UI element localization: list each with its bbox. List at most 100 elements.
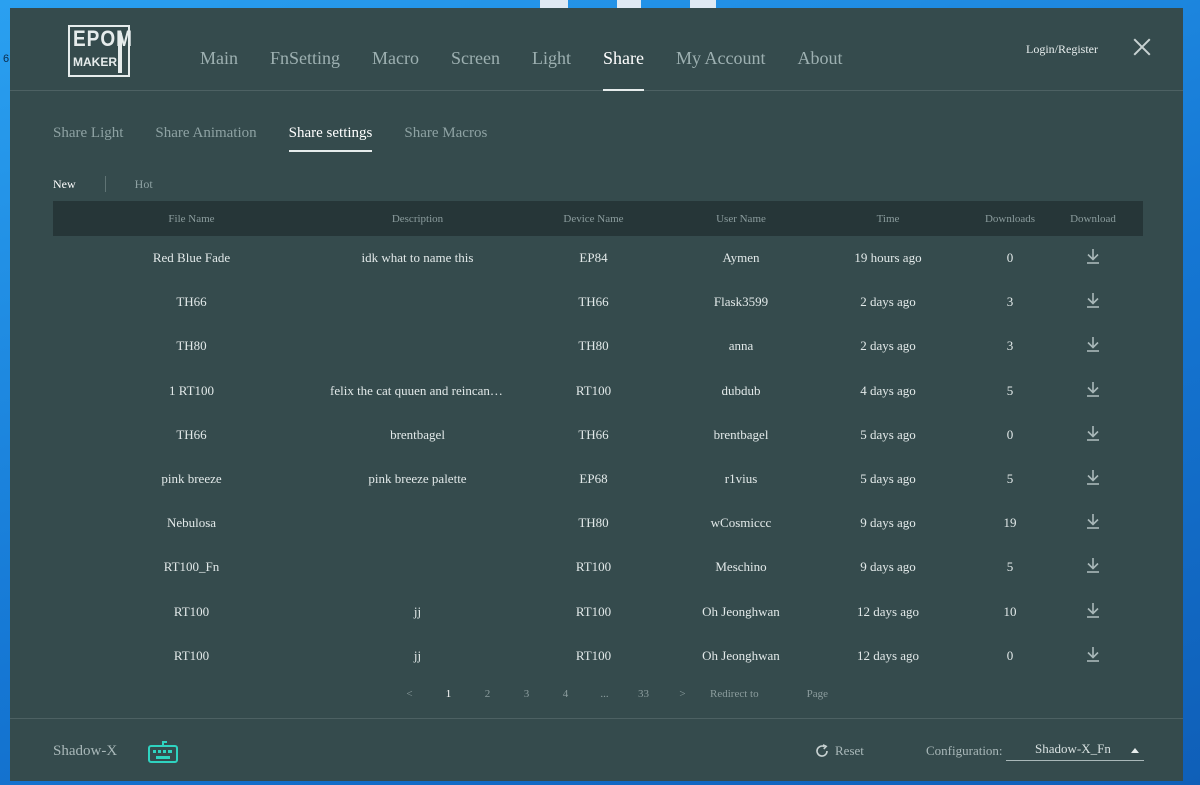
page-input[interactable]: Page	[807, 688, 828, 700]
cell-description: jj	[413, 603, 422, 619]
cell-description: felix the cat quuen and reincanated…	[330, 382, 505, 398]
cell-time: 2 days ago	[860, 294, 916, 310]
cell-user-name: r1vius	[724, 471, 758, 487]
download-icon[interactable]	[1085, 468, 1101, 486]
subtab-share-light[interactable]: Share Light	[53, 125, 123, 152]
download-icon[interactable]	[1085, 424, 1101, 442]
pager-page[interactable]: 1	[429, 688, 468, 700]
cell-download	[1044, 335, 1142, 357]
pager-page[interactable]: 33	[624, 688, 663, 700]
logo-mark	[118, 33, 122, 73]
download-icon[interactable]	[1085, 556, 1101, 574]
cell-time: 12 days ago	[856, 647, 920, 663]
cell-downloads: 3	[1006, 338, 1014, 354]
cell-download	[1044, 556, 1142, 578]
cell-file-name: TH66	[176, 294, 207, 310]
subtab-share-macros[interactable]: Share Macros	[404, 125, 487, 152]
nav-tab-macro[interactable]: Macro	[356, 48, 435, 90]
refresh-icon	[816, 744, 828, 757]
table-header: File Name Description Device Name User Name…	[53, 201, 1143, 236]
download-icon[interactable]	[1085, 291, 1101, 309]
reset-label: Reset	[835, 743, 864, 758]
redirect-label: Redirect to	[710, 688, 759, 700]
cell-downloads: 5	[1006, 471, 1014, 487]
download-icon[interactable]	[1085, 247, 1101, 265]
nav-tab-my-account[interactable]: My Account	[660, 48, 782, 90]
download-icon[interactable]	[1085, 335, 1101, 353]
cell-download	[1044, 645, 1142, 667]
table-row: Red Blue Fade idk what to name this EP84 Ay…	[53, 236, 1143, 280]
shared-settings-table: File Name Description Device Name User Name…	[53, 201, 1143, 678]
column-header-description: Description	[391, 212, 444, 225]
cell-device-name: RT100	[575, 647, 612, 663]
table-row: 1 RT100 felix the cat quuen and reincanat…	[53, 369, 1143, 413]
cell-user-name: Meschino	[715, 559, 767, 575]
download-icon[interactable]	[1085, 380, 1101, 398]
keyboard-icon[interactable]	[148, 740, 178, 764]
table-row: TH66 brentbagel TH66 brentbagel 5 days ago 0	[53, 413, 1143, 457]
pager-page[interactable]: 4	[546, 688, 585, 700]
pager-page[interactable]: 3	[507, 688, 546, 700]
cell-user-name: dubdub	[721, 382, 761, 398]
cell-time: 12 days ago	[856, 603, 920, 619]
cell-downloads: 3	[1006, 294, 1014, 310]
cell-user-name: brentbagel	[713, 426, 769, 442]
cell-file-name: Red Blue Fade	[152, 250, 231, 266]
download-icon[interactable]	[1085, 601, 1101, 619]
table-row: Nebulosa TH80 wCosmiccc 9 days ago 19	[53, 501, 1143, 545]
column-header-time: Time	[876, 212, 900, 225]
filter-new[interactable]: New	[53, 177, 76, 192]
table-row: TH80 TH80 anna 2 days ago 3	[53, 324, 1143, 368]
nav-tab-fnsetting[interactable]: FnSetting	[254, 48, 356, 90]
cell-download	[1044, 601, 1142, 623]
cell-description: jj	[413, 647, 422, 663]
cell-file-name: pink breeze	[161, 471, 222, 487]
subtab-share-settings[interactable]: Share settings	[288, 125, 372, 152]
filter-divider	[104, 176, 106, 192]
column-header-download: Download	[1070, 212, 1116, 225]
pager-ellipsis: ...	[600, 688, 609, 700]
subtab-share-animation[interactable]: Share Animation	[155, 125, 256, 152]
pager-page[interactable]: 2	[468, 688, 507, 700]
cell-downloads: 5	[1006, 559, 1014, 575]
nav-tab-main[interactable]: Main	[184, 48, 254, 90]
pager-prev[interactable]: <	[390, 688, 429, 700]
nav-tab-screen[interactable]: Screen	[435, 48, 516, 90]
configuration-label: Configuration:	[926, 743, 1003, 758]
column-header-file-name: File Name	[168, 212, 215, 225]
column-header-user-name: User Name	[716, 212, 766, 225]
download-icon[interactable]	[1085, 645, 1101, 663]
cell-time: 9 days ago	[860, 559, 916, 575]
logo-text: EPOM	[73, 27, 133, 52]
cell-user-name: Flask3599	[713, 294, 769, 310]
filter-hot[interactable]: Hot	[135, 177, 153, 192]
cell-downloads: 10	[1003, 603, 1017, 619]
pagination: <1 2 3 4... 33 > Redirect to Page	[390, 688, 828, 700]
table-row: RT100 jj RT100 Oh Jeonghwan 12 days ago 0	[53, 634, 1143, 678]
cell-device-name: EP68	[579, 471, 608, 487]
cell-downloads: 0	[1006, 426, 1014, 442]
table-row: pink breeze pink breeze palette EP68 r1vius…	[53, 457, 1143, 501]
app-window: EPOM MAKER Main FnSetting Macro Screen Light…	[10, 8, 1183, 781]
cell-user-name: Aymen	[722, 250, 760, 266]
caret-up-icon	[1131, 748, 1139, 753]
share-subtabs: Share Light Share Animation Share settings…	[53, 125, 487, 152]
epomaker-logo: EPOM MAKER	[68, 25, 133, 77]
table-row: TH66 TH66 Flask3599 2 days ago 3	[53, 280, 1143, 324]
pager-next[interactable]: >	[663, 688, 702, 700]
nav-tab-share[interactable]: Share	[587, 48, 660, 91]
cell-file-name: TH80	[176, 338, 207, 354]
download-icon[interactable]	[1085, 512, 1101, 530]
device-name: Shadow-X	[53, 743, 118, 759]
configuration-select[interactable]: Shadow-X_Fn	[1006, 739, 1144, 761]
cell-file-name: TH66	[176, 426, 207, 442]
login-register-link[interactable]: Login/Register	[1026, 42, 1098, 57]
cell-download	[1044, 468, 1142, 490]
nav-tab-about[interactable]: About	[781, 48, 858, 90]
reset-button[interactable]: Reset	[815, 743, 864, 759]
nav-tab-light[interactable]: Light	[516, 48, 587, 90]
close-icon[interactable]	[1133, 38, 1151, 56]
configuration-value: Shadow-X_Fn	[1035, 741, 1111, 756]
cell-user-name: Oh Jeonghwan	[702, 603, 780, 619]
desktop-strip	[540, 0, 568, 8]
